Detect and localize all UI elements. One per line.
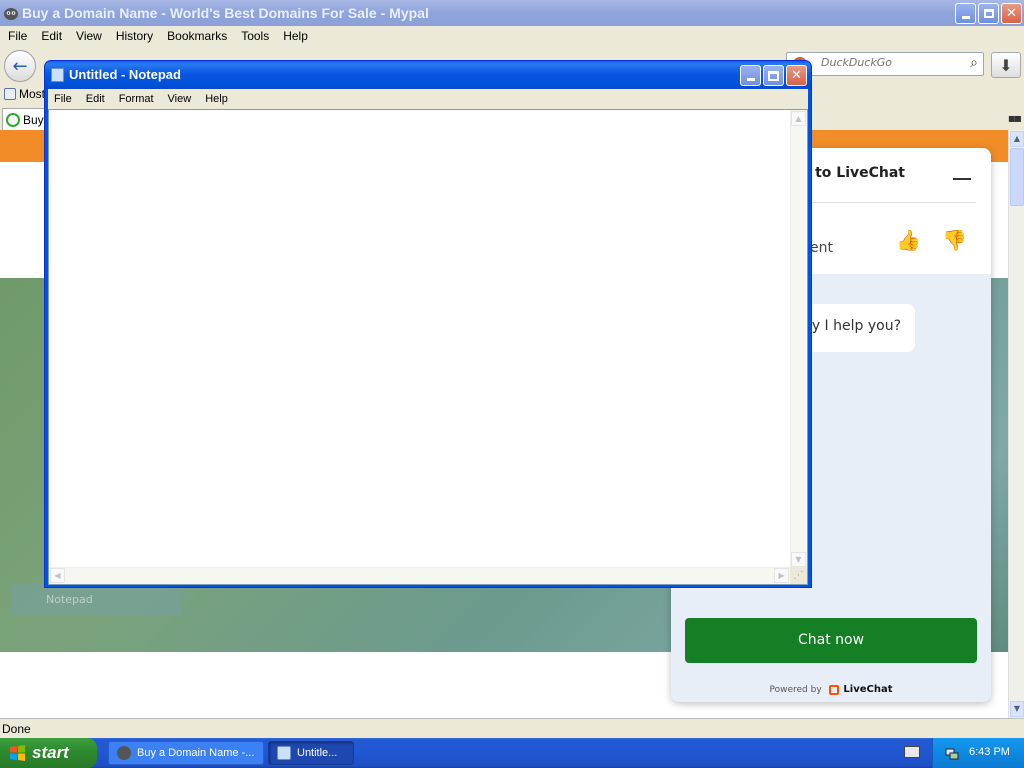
- network-icon[interactable]: [945, 746, 959, 760]
- browser-vertical-scrollbar[interactable]: ▲ ▼: [1008, 130, 1024, 718]
- search-icon[interactable]: ⌕: [970, 55, 978, 71]
- menu-bookmarks[interactable]: Bookmarks: [160, 29, 234, 43]
- site-favicon-icon: [6, 112, 20, 127]
- start-button[interactable]: start: [0, 738, 97, 768]
- notepad-menu-format[interactable]: Format: [112, 93, 161, 105]
- notepad-window: Untitled - Notepad ✕ File Edit Format Vi…: [44, 60, 812, 588]
- chat-now-button[interactable]: Chat now: [685, 618, 977, 663]
- scroll-down-icon[interactable]: ▼: [1010, 701, 1024, 717]
- scroll-down-icon[interactable]: ▼: [791, 552, 806, 567]
- thumbs-up-icon[interactable]: 👍: [896, 228, 921, 252]
- notepad-menu-help[interactable]: Help: [198, 93, 235, 105]
- tab-label: Buy: [23, 112, 44, 127]
- resize-grip-icon[interactable]: ⋰: [790, 567, 807, 584]
- notepad-minimize-button[interactable]: [740, 65, 761, 86]
- status-text: Done: [2, 722, 31, 736]
- notepad-horizontal-scrollbar[interactable]: ◀ ▶: [49, 567, 790, 584]
- bookmark-most-visited[interactable]: Most: [4, 87, 45, 101]
- search-box[interactable]: ⌕: [786, 52, 984, 76]
- browser-close-button[interactable]: ✕: [1001, 3, 1022, 24]
- maximize-icon: [768, 70, 779, 81]
- browser-minimize-button[interactable]: [955, 3, 976, 24]
- menu-help[interactable]: Help: [276, 29, 315, 43]
- notepad-icon: [277, 746, 291, 760]
- close-icon: ✕: [1006, 6, 1017, 21]
- powered-by-label: Powered by: [769, 685, 822, 695]
- notepad-edit-area: ▲ ▼ ◀ ▶ ⋰: [48, 109, 808, 585]
- taskbar-item-mypal[interactable]: Buy a Domain Name -...: [108, 741, 264, 765]
- system-tray: 6:43 PM: [932, 738, 1024, 768]
- scroll-up-icon[interactable]: ▲: [791, 111, 806, 126]
- minimize-icon: [746, 78, 755, 81]
- notepad-title-bar[interactable]: Untitled - Notepad ✕: [45, 61, 811, 89]
- start-label: start: [32, 743, 69, 762]
- livechat-brand: LiveChat: [843, 684, 893, 695]
- bookmark-icon: [4, 88, 16, 100]
- menu-view[interactable]: View: [69, 29, 109, 43]
- notepad-vertical-scrollbar[interactable]: ▲ ▼: [790, 110, 807, 568]
- minimize-icon: [961, 16, 970, 19]
- livechat-minimize-icon[interactable]: [953, 178, 971, 180]
- notepad-close-button[interactable]: ✕: [786, 65, 807, 86]
- browser-title: Buy a Domain Name - World's Best Domains…: [22, 5, 429, 21]
- menu-tools[interactable]: Tools: [234, 29, 276, 43]
- menu-file[interactable]: File: [0, 29, 34, 43]
- back-button[interactable]: ←: [4, 50, 36, 82]
- mypal-logo-icon: [117, 746, 131, 760]
- browser-title-bar[interactable]: Buy a Domain Name - World's Best Domains…: [0, 0, 1024, 26]
- mypal-logo-icon: [4, 8, 18, 20]
- livechat-logo-icon: [828, 684, 839, 695]
- scroll-up-icon[interactable]: ▲: [1010, 131, 1024, 147]
- scroll-right-icon[interactable]: ▶: [774, 568, 789, 583]
- browser-menu-bar: File Edit View History Bookmarks Tools H…: [0, 26, 1024, 46]
- search-input[interactable]: [821, 56, 961, 69]
- scroll-thumb[interactable]: [1010, 148, 1024, 206]
- download-arrow-icon: ⬇: [999, 55, 1013, 75]
- notepad-menu-view[interactable]: View: [161, 93, 199, 105]
- windows-logo-icon: [10, 745, 25, 761]
- status-bar: Done: [0, 718, 1024, 738]
- list-all-tabs-icon[interactable]: ▪▪: [1008, 111, 1022, 125]
- taskbar-item-notepad[interactable]: Untitle...: [268, 741, 354, 765]
- taskbar-item-label: Untitle...: [297, 747, 338, 759]
- thumbs-down-icon[interactable]: 👎: [942, 228, 967, 252]
- downloads-button[interactable]: ⬇: [991, 52, 1021, 78]
- notepad-title: Untitled - Notepad: [69, 67, 181, 82]
- livechat-powered-by[interactable]: Powered by LiveChat: [671, 684, 991, 695]
- back-arrow-icon: ←: [12, 55, 28, 77]
- taskbar: start Buy a Domain Name -... Untitle... …: [0, 738, 1024, 768]
- bookmark-label: Most: [19, 87, 46, 101]
- scroll-left-icon[interactable]: ◀: [50, 568, 65, 583]
- close-icon: ✕: [791, 68, 802, 83]
- menu-edit[interactable]: Edit: [34, 29, 69, 43]
- notepad-menu-file[interactable]: File: [48, 93, 79, 105]
- restore-icon: [983, 9, 994, 18]
- browser-restore-button[interactable]: [978, 3, 999, 24]
- notepad-menu-bar: File Edit Format View Help: [48, 89, 808, 109]
- keyboard-icon[interactable]: [904, 746, 920, 758]
- notepad-maximize-button[interactable]: [763, 65, 784, 86]
- notepad-menu-edit[interactable]: Edit: [79, 93, 112, 105]
- ghost-taskbar-item: Notepad: [12, 584, 182, 616]
- taskbar-item-label: Buy a Domain Name -...: [137, 747, 255, 759]
- clock[interactable]: 6:43 PM: [969, 746, 1010, 758]
- menu-history[interactable]: History: [109, 29, 160, 43]
- notepad-icon: [51, 68, 64, 82]
- notepad-text-input[interactable]: [51, 112, 789, 566]
